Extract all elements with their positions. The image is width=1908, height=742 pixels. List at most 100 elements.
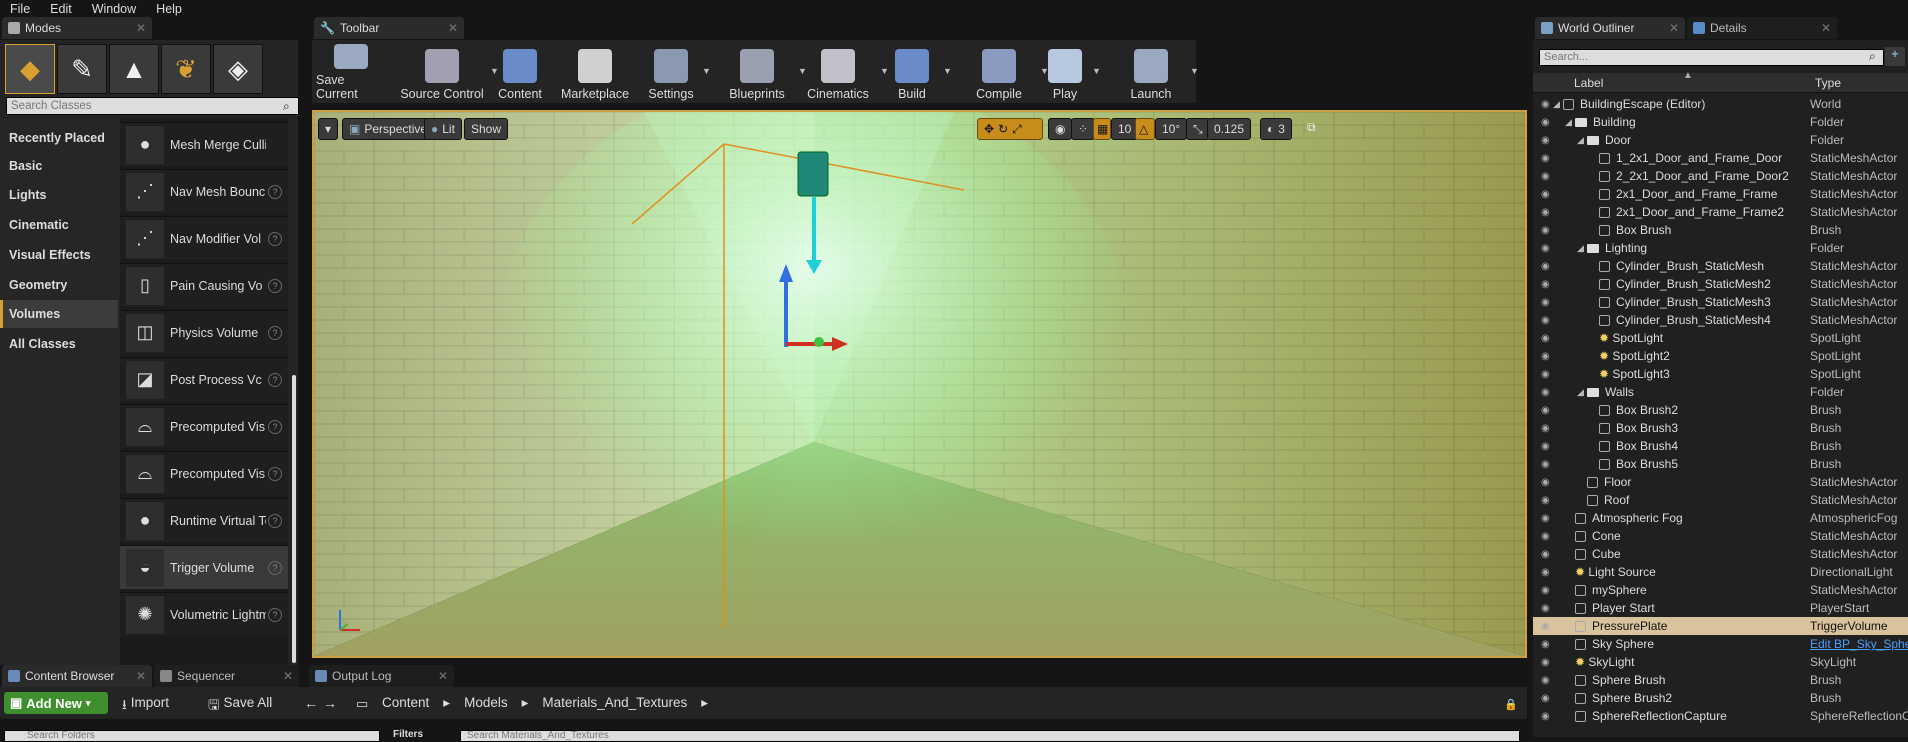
label-column-header[interactable]: Label bbox=[1574, 76, 1603, 90]
help-icon[interactable]: ? bbox=[268, 560, 282, 575]
outliner-row[interactable]: ◉ 2x1_Door_and_Frame_Frame StaticMeshActor bbox=[1533, 185, 1908, 203]
eye-icon[interactable]: ◉ bbox=[1541, 495, 1550, 506]
add-new-button[interactable]: ▣ Add New ▾ bbox=[4, 692, 108, 714]
play-button[interactable]: Play bbox=[1040, 44, 1090, 101]
eye-icon[interactable]: ◉ bbox=[1541, 675, 1550, 686]
settings-button[interactable]: Settings bbox=[642, 44, 700, 101]
save-current-button[interactable]: Save Current bbox=[316, 44, 386, 101]
tab-modes[interactable]: Modes ✕ bbox=[2, 17, 152, 39]
outliner-row[interactable]: ◉ Box Brush2 Brush bbox=[1533, 401, 1908, 419]
category-recently-placed[interactable]: Recently Placed bbox=[0, 124, 118, 152]
expand-arrow-icon[interactable]: ◢ bbox=[1577, 135, 1584, 146]
tab-details[interactable]: Details ✕ bbox=[1687, 17, 1837, 39]
placeable-item[interactable]: ⋰ Nav Mesh Bounc? bbox=[120, 169, 288, 213]
menu-edit[interactable]: Edit bbox=[40, 2, 82, 16]
outliner-row[interactable]: ◉ ✹ SpotLight2 SpotLight bbox=[1533, 347, 1908, 365]
placeable-item[interactable]: ⌓ Precomputed Vis? bbox=[120, 404, 288, 448]
launch-button[interactable]: Launch bbox=[1114, 44, 1188, 101]
help-icon[interactable]: ? bbox=[268, 278, 282, 293]
eye-icon[interactable]: ◉ bbox=[1541, 585, 1550, 596]
outliner-row[interactable]: ◉ Sphere Brush Brush bbox=[1533, 671, 1908, 689]
close-icon[interactable]: ✕ bbox=[136, 669, 146, 683]
outliner-row[interactable]: ◉ ✹ Light Source DirectionalLight bbox=[1533, 563, 1908, 581]
search-folders-input[interactable]: Search Folders bbox=[4, 730, 380, 742]
lit-button[interactable]: ● Lit bbox=[424, 118, 462, 140]
menu-file[interactable]: File bbox=[0, 2, 40, 16]
viewport-options-button[interactable]: ▾ bbox=[318, 118, 339, 140]
eye-icon[interactable]: ◉ bbox=[1541, 189, 1550, 200]
eye-icon[interactable]: ◉ bbox=[1541, 657, 1550, 668]
category-all-classes[interactable]: All Classes bbox=[0, 330, 118, 358]
chevron-down-icon[interactable]: ▼ bbox=[943, 66, 952, 76]
eye-icon[interactable]: ◉ bbox=[1541, 351, 1550, 362]
chevron-right-icon[interactable]: ▸ bbox=[701, 695, 708, 711]
placeable-item[interactable]: ● Mesh Merge Culling bbox=[120, 122, 288, 166]
outliner-row[interactable]: ◉ Player Start PlayerStart bbox=[1533, 599, 1908, 617]
foliage-mode-button[interactable]: ❦ bbox=[161, 44, 211, 94]
category-geometry[interactable]: Geometry bbox=[0, 271, 118, 299]
eye-icon[interactable]: ◉ bbox=[1541, 531, 1550, 542]
outliner-row[interactable]: ◉ Atmospheric Fog AtmosphericFog bbox=[1533, 509, 1908, 527]
eye-icon[interactable]: ◉ bbox=[1541, 567, 1550, 578]
help-icon[interactable]: ? bbox=[268, 325, 282, 340]
eye-icon[interactable]: ◉ bbox=[1541, 297, 1550, 308]
outliner-row[interactable]: ◉ Cube StaticMeshActor bbox=[1533, 545, 1908, 563]
category-basic[interactable]: Basic bbox=[0, 152, 118, 180]
eye-icon[interactable]: ◉ bbox=[1541, 513, 1550, 524]
help-icon[interactable]: ? bbox=[268, 184, 282, 199]
outliner-row[interactable]: ◉ Cylinder_Brush_StaticMesh StaticMeshActo… bbox=[1533, 257, 1908, 275]
close-icon[interactable]: ✕ bbox=[448, 21, 458, 35]
help-icon[interactable]: ? bbox=[268, 466, 282, 481]
tab-content-browser[interactable]: Content Browser ✕ bbox=[2, 665, 152, 687]
forward-arrow-icon[interactable]: → bbox=[323, 695, 337, 711]
maximize-icon[interactable]: ⧉ bbox=[1307, 120, 1316, 135]
outliner-row[interactable]: ◉ Cylinder_Brush_StaticMesh2 StaticMeshAct… bbox=[1533, 275, 1908, 293]
category-lights[interactable]: Lights bbox=[0, 181, 118, 209]
save-all-button[interactable]: 🖫 Save All bbox=[208, 695, 272, 718]
help-icon[interactable]: ? bbox=[268, 607, 282, 622]
outliner-row[interactable]: ◉ ✹ SpotLight SpotLight bbox=[1533, 329, 1908, 347]
help-icon[interactable]: ? bbox=[268, 231, 282, 246]
outliner-row[interactable]: ◉ Cone StaticMeshActor bbox=[1533, 527, 1908, 545]
outliner-row[interactable]: ◉ Box Brush4 Brush bbox=[1533, 437, 1908, 455]
outliner-row[interactable]: ◉ ◢ Door Folder bbox=[1533, 131, 1908, 149]
scrollbar[interactable] bbox=[292, 375, 296, 663]
placeable-item[interactable]: ⋰ Nav Modifier Vol? bbox=[120, 216, 288, 260]
help-icon[interactable]: ? bbox=[268, 372, 282, 387]
outliner-row[interactable]: ◉ Sky Sphere Edit BP_Sky_Sphere bbox=[1533, 635, 1908, 653]
outliner-row[interactable]: ◉ PressurePlate TriggerVolume bbox=[1533, 617, 1908, 635]
eye-icon[interactable]: ◉ bbox=[1541, 477, 1550, 488]
place-mode-button[interactable]: ◆ bbox=[5, 44, 55, 94]
eye-icon[interactable]: ◉ bbox=[1541, 153, 1550, 164]
outliner-row[interactable]: ◉ Box Brush5 Brush bbox=[1533, 455, 1908, 473]
outliner-row[interactable]: ◉ Box Brush Brush bbox=[1533, 221, 1908, 239]
placeable-item[interactable]: ◪ Post Process Vc? bbox=[120, 357, 288, 401]
tab-output-log[interactable]: Output Log ✕ bbox=[309, 665, 454, 687]
outliner-row[interactable]: ◉ ✹ SpotLight3 SpotLight bbox=[1533, 365, 1908, 383]
build-button[interactable]: Build bbox=[883, 44, 941, 101]
outliner-row[interactable]: ◉ mySphere StaticMeshActor bbox=[1533, 581, 1908, 599]
paint-mode-button[interactable]: ✎ bbox=[57, 44, 107, 94]
eye-icon[interactable]: ◉ bbox=[1541, 243, 1550, 254]
camera-speed-button[interactable]: ◐ 3 bbox=[1260, 118, 1292, 140]
eye-icon[interactable]: ◉ bbox=[1541, 99, 1550, 110]
close-icon[interactable]: ✕ bbox=[283, 669, 293, 683]
outliner-row[interactable]: ◉ Sphere Brush2 Brush bbox=[1533, 689, 1908, 707]
landscape-mode-button[interactable]: ▲ bbox=[109, 44, 159, 94]
close-icon[interactable]: ✕ bbox=[438, 669, 448, 683]
cinematics-button[interactable]: Cinematics bbox=[798, 44, 878, 101]
world-local-button[interactable]: ◉ bbox=[1048, 118, 1073, 140]
category-volumes[interactable]: Volumes bbox=[0, 300, 118, 328]
eye-icon[interactable]: ◉ bbox=[1541, 387, 1550, 398]
source-control-button[interactable]: Source Control bbox=[396, 44, 488, 101]
eye-icon[interactable]: ◉ bbox=[1541, 639, 1550, 650]
tab-world-outliner[interactable]: World Outliner ✕ bbox=[1535, 17, 1685, 39]
search-assets-input[interactable]: Search Materials_And_Textures bbox=[460, 730, 1520, 742]
eye-icon[interactable]: ◉ bbox=[1541, 225, 1550, 236]
chevron-down-icon[interactable]: ▼ bbox=[1092, 66, 1101, 76]
edit-blueprint-link[interactable]: Edit BP_Sky_Sphere bbox=[1810, 637, 1908, 651]
help-icon[interactable]: ? bbox=[268, 419, 282, 434]
eye-icon[interactable]: ◉ bbox=[1541, 171, 1550, 182]
eye-icon[interactable]: ◉ bbox=[1541, 603, 1550, 614]
blueprints-button[interactable]: Blueprints bbox=[718, 44, 796, 101]
